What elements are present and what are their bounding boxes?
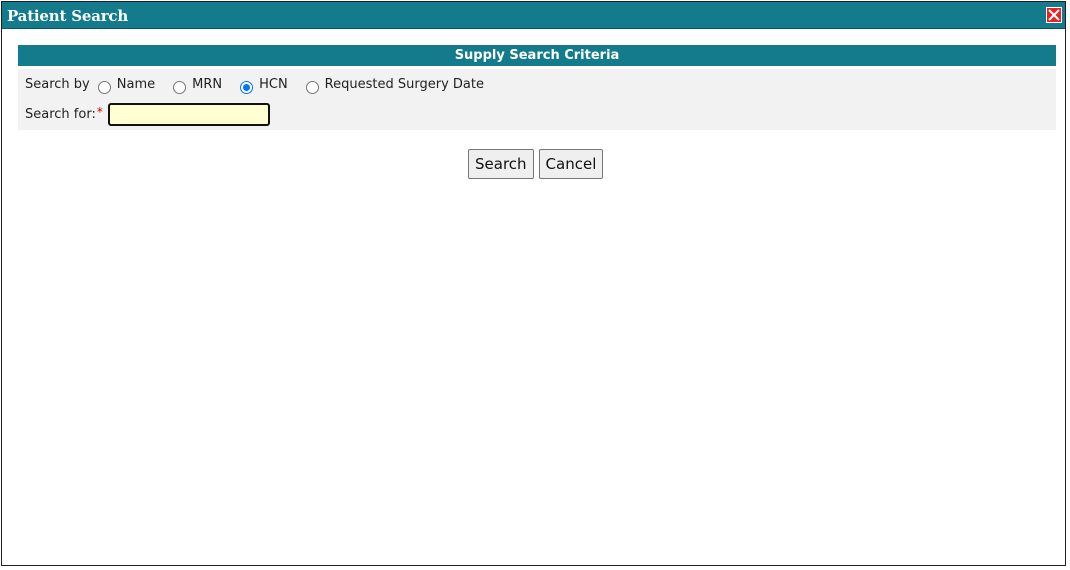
search-criteria-panel: Search by Name MRN HCN Requested Surgery…	[18, 69, 1056, 130]
dialog-titlebar: Patient Search	[2, 2, 1065, 29]
radio-mrn-label[interactable]: MRN	[192, 77, 222, 92]
search-by-label: Search by	[25, 77, 90, 92]
dialog-title: Patient Search	[7, 7, 129, 25]
search-button[interactable]: Search	[468, 149, 534, 179]
required-marker: *	[96, 104, 103, 119]
action-buttons: Search Cancel	[468, 149, 608, 179]
radio-requested-surgery-date-label[interactable]: Requested Surgery Date	[325, 77, 484, 92]
radio-mrn[interactable]	[173, 81, 187, 94]
search-for-label: Search for:	[25, 107, 96, 122]
cancel-button[interactable]: Cancel	[538, 149, 604, 179]
radio-hcn[interactable]	[240, 81, 254, 94]
search-criteria-header: Supply Search Criteria	[18, 45, 1056, 66]
radio-name-label[interactable]: Name	[117, 77, 155, 92]
radio-name[interactable]	[97, 81, 111, 94]
patient-search-dialog: Patient Search Supply Search Criteria Se…	[1, 1, 1066, 566]
close-icon[interactable]	[1046, 7, 1062, 23]
radio-requested-surgery-date[interactable]	[305, 81, 319, 94]
radio-hcn-label[interactable]: HCN	[259, 77, 288, 92]
search-input[interactable]	[107, 103, 270, 126]
search-for-row: Search for: *	[25, 103, 270, 126]
search-by-row: Search by Name MRN HCN Requested Surgery…	[25, 77, 502, 94]
